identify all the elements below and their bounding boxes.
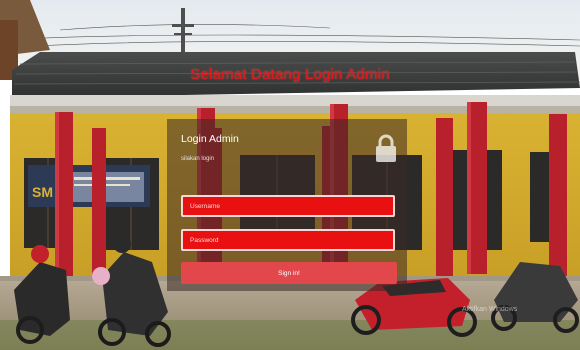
sign-in-button[interactable]: Sign in! (181, 262, 397, 284)
login-panel: Login Admin silakan login Sign in! (167, 119, 407, 291)
page-title: Selamat Datang Login Admin (190, 66, 390, 83)
password-field[interactable] (181, 229, 395, 251)
login-screen: SM Selamat Datang Login Admin Login Admi… (0, 0, 580, 350)
lock-icon (376, 134, 396, 162)
sign-text: SM (32, 184, 53, 200)
login-subtitle: silakan login (181, 156, 215, 162)
login-heading: Login Admin (181, 133, 239, 145)
watermark-text: Aktifkan Windows (462, 306, 518, 313)
username-field[interactable] (181, 195, 395, 217)
